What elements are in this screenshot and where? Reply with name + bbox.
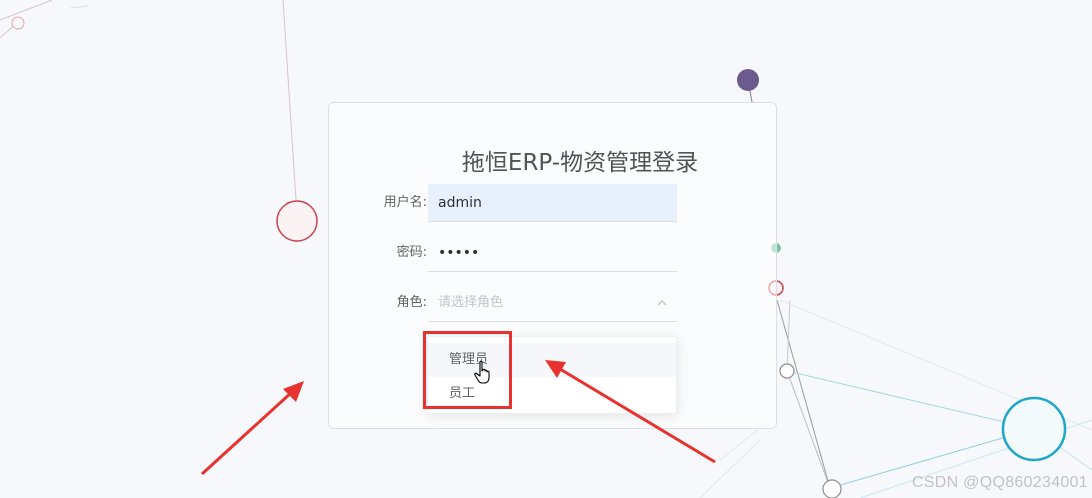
role-row: 角色: 请选择角色 <box>329 284 776 322</box>
role-select[interactable]: 请选择角色 <box>428 284 677 322</box>
chevron-up-icon <box>657 300 667 306</box>
username-input[interactable]: admin <box>428 184 677 222</box>
hand-pointer-icon <box>474 360 490 384</box>
annotation-highlight-box <box>423 331 512 409</box>
password-label: 密码: <box>396 245 427 260</box>
watermark: CSDN @QQ860234001 <box>911 474 1088 491</box>
username-row: 用户名: admin <box>329 184 776 222</box>
password-input[interactable]: ••••• <box>428 234 677 272</box>
page-title: 拖恒ERP-物资管理登录 <box>461 150 699 176</box>
role-select-placeholder: 请选择角色 <box>438 295 504 310</box>
role-label: 角色: <box>396 295 427 310</box>
password-row: 密码: ••••• <box>329 234 776 272</box>
username-label: 用户名: <box>383 195 427 210</box>
